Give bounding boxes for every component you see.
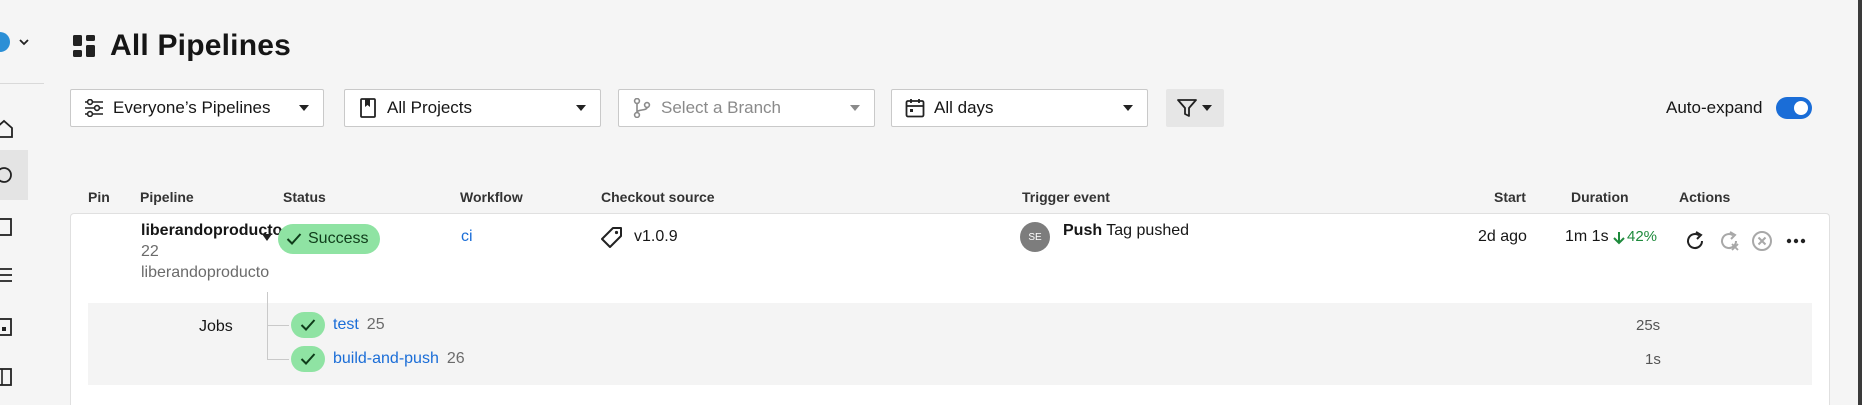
caret-down-icon[interactable] — [262, 234, 272, 242]
workflow-link[interactable]: ci — [461, 228, 473, 246]
job-link[interactable]: test 25 — [333, 316, 385, 334]
auto-expand-toggle[interactable] — [1776, 97, 1813, 119]
more-actions-button[interactable] — [1783, 228, 1809, 254]
sidebar — [0, 0, 46, 405]
col-header-duration: Duration — [1571, 189, 1629, 205]
pipelines-filter-dropdown[interactable]: Everyone’s Pipelines — [70, 89, 324, 127]
arrow-down-icon — [1613, 232, 1625, 245]
status-badge[interactable]: Success — [278, 224, 381, 254]
document-icon — [0, 318, 12, 336]
auto-expand-control: Auto-expand — [1666, 96, 1813, 120]
col-header-start: Start — [1494, 189, 1526, 205]
job-name[interactable]: build-and-push — [333, 350, 439, 367]
chevron-down-icon — [19, 39, 29, 46]
caret-down-icon — [299, 105, 309, 111]
tree-connector — [267, 359, 289, 360]
caret-down-icon — [850, 105, 860, 111]
checkmark-icon — [300, 319, 316, 331]
git-branch-icon — [631, 97, 653, 119]
sidebar-item-insights[interactable] — [0, 250, 28, 300]
sidebar-item-projects[interactable] — [0, 202, 28, 252]
job-link[interactable]: build-and-push 26 — [333, 350, 465, 368]
trigger-event-detail: Tag pushed — [1106, 222, 1190, 239]
col-header-trigger: Trigger event — [1022, 189, 1110, 205]
days-filter-dropdown[interactable]: All days — [891, 89, 1148, 127]
cancel-icon — [1752, 231, 1772, 251]
window-edge — [1858, 0, 1862, 405]
col-header-status: Status — [283, 189, 326, 205]
org-switcher[interactable] — [0, 28, 36, 56]
rerun-failed-icon — [1721, 231, 1739, 251]
pipelines-filter-value: Everyone’s Pipelines — [113, 98, 271, 117]
caret-down-icon — [1123, 105, 1133, 111]
sidebar-divider — [0, 83, 44, 84]
pipeline-number[interactable]: 22 — [141, 243, 159, 261]
col-header-pipeline: Pipeline — [140, 189, 194, 205]
col-header-actions: Actions — [1679, 189, 1731, 205]
projects-icon — [0, 218, 12, 236]
jobs-label: Jobs — [199, 318, 233, 335]
branch-filter-dropdown[interactable]: Select a Branch — [618, 89, 875, 127]
book-icon — [0, 368, 12, 386]
sidebar-item-settings[interactable] — [0, 352, 28, 402]
job-number: 26 — [446, 350, 465, 367]
cancel-button[interactable] — [1749, 228, 1775, 254]
org-avatar — [0, 32, 10, 52]
pipeline-org-name: liberandoproducto — [141, 264, 270, 281]
job-status-badge[interactable] — [291, 312, 325, 338]
caret-down-icon — [576, 105, 586, 111]
bookmark-icon — [357, 97, 379, 119]
tree-connector — [267, 325, 289, 326]
dashboard-icon — [73, 35, 95, 57]
col-header-workflow: Workflow — [460, 189, 523, 205]
page-title: All Pipelines — [110, 29, 291, 62]
job-number: 25 — [366, 316, 385, 333]
checkmark-icon — [286, 233, 302, 245]
trigger-event: Push Tag pushed — [1063, 222, 1189, 240]
sliders-icon — [83, 97, 105, 119]
avatar: SE — [1020, 222, 1050, 252]
checkmark-icon — [300, 353, 316, 365]
rerun-failed-button[interactable] — [1716, 228, 1742, 254]
sidebar-item-home[interactable] — [0, 104, 28, 154]
job-status-badge[interactable] — [291, 346, 325, 372]
advanced-filter-button[interactable] — [1166, 89, 1224, 127]
caret-down-icon — [1202, 105, 1212, 111]
projects-filter-value: All Projects — [387, 98, 473, 117]
page-header: All Pipelines — [72, 28, 291, 64]
duration-change: 42% — [1627, 228, 1658, 245]
job-duration: 25s — [1636, 317, 1661, 334]
list-icon — [0, 268, 12, 282]
checkout-source[interactable]: v1.0.9 — [634, 228, 678, 246]
pipeline-start-time: 2d ago — [1478, 228, 1527, 245]
auto-expand-label: Auto-expand — [1666, 98, 1763, 117]
tree-connector — [267, 292, 268, 360]
more-horizontal-icon — [1786, 238, 1806, 244]
pipeline-duration: 1m 1s — [1565, 228, 1609, 245]
status-label: Success — [308, 230, 369, 247]
job-name[interactable]: test — [333, 316, 359, 333]
sidebar-item-deploys[interactable] — [0, 302, 28, 352]
days-filter-value: All days — [934, 98, 994, 117]
projects-filter-dropdown[interactable]: All Projects — [344, 89, 601, 127]
sidebar-item-pipelines[interactable] — [0, 150, 28, 200]
rerun-button[interactable] — [1682, 228, 1708, 254]
funnel-icon — [1177, 99, 1197, 117]
col-header-checkout: Checkout source — [601, 189, 715, 205]
col-header-pin: Pin — [88, 189, 110, 205]
calendar-icon — [904, 97, 926, 119]
pipelines-icon — [0, 167, 12, 183]
home-icon — [0, 119, 13, 138]
trigger-event-type: Push — [1063, 222, 1103, 239]
rerun-icon — [1687, 231, 1704, 250]
job-duration: 1s — [1645, 351, 1661, 368]
branch-filter-placeholder: Select a Branch — [661, 98, 782, 117]
tag-icon — [601, 227, 622, 248]
